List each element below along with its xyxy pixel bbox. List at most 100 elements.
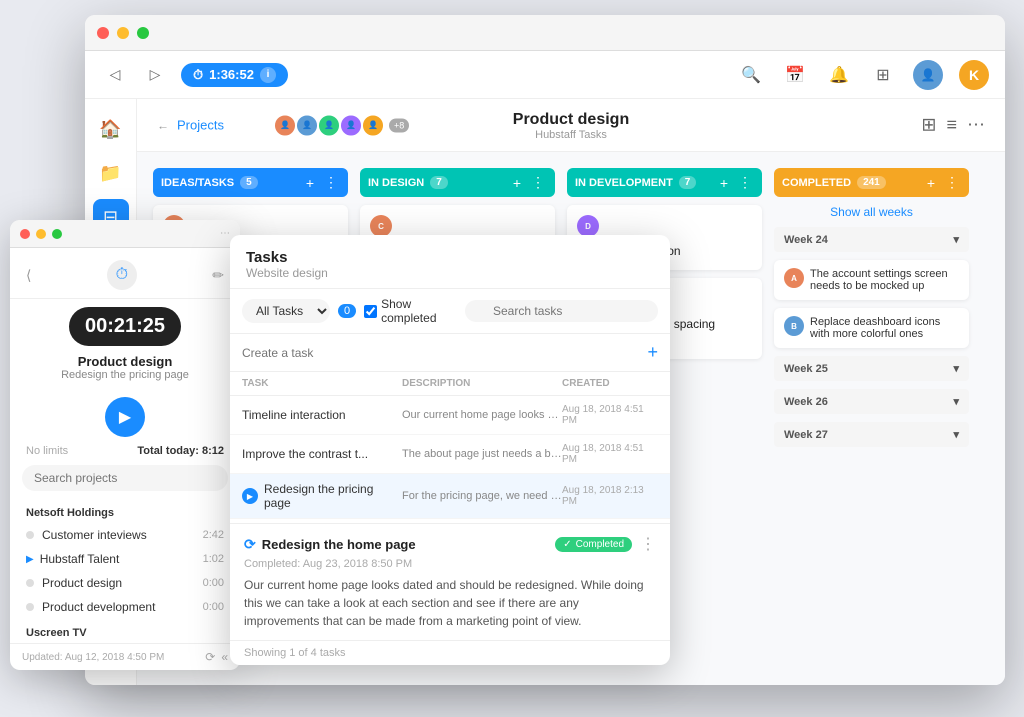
kanban-column-completed: COMPLETED 241 + ⋮ Show all weeks Week 24… — [774, 168, 969, 669]
chevron-right-icon: ▷ — [150, 66, 161, 83]
back-arrow[interactable]: ← — [157, 118, 169, 132]
team-avatars: 👤 👤 👤 👤 👤 +8 — [277, 113, 409, 137]
timer-panel-icon-right[interactable]: ✏ — [212, 267, 224, 284]
team-count: +8 — [389, 118, 409, 132]
completed-card-avatar: B — [784, 316, 804, 336]
col-add-btn-indev[interactable]: + — [718, 174, 730, 191]
modal-subtitle: Website design — [246, 266, 654, 280]
add-task-button[interactable]: + — [647, 342, 658, 363]
show-completed-checkbox[interactable] — [364, 305, 377, 318]
timer-limit-row: No limits Total today: 8:12 — [10, 445, 240, 457]
project-group-label-uscreen: Uscreen TV — [10, 619, 240, 643]
task-row[interactable]: Timeline interaction Our current home pa… — [230, 396, 670, 435]
task-created: Aug 18, 2018 4:51 PM — [562, 443, 658, 465]
bell-button[interactable]: 🔔 — [825, 61, 853, 89]
maximize-btn[interactable] — [137, 27, 149, 39]
col-add-btn-ideas[interactable]: + — [304, 174, 316, 191]
project-item-product-design-netsoft[interactable]: Product design 0:00 — [10, 571, 240, 595]
col-label-ideas: IDEAS/TASKS — [161, 177, 234, 189]
col-more-btn-indesign[interactable]: ⋮ — [529, 174, 547, 191]
pi-dot — [26, 603, 34, 611]
tp-more: ⋯ — [220, 228, 230, 239]
project-item-hubstaff-talent[interactable]: ▶ Hubstaff Talent 1:02 — [10, 547, 240, 571]
create-task-input[interactable] — [242, 346, 647, 360]
col-label-indev: IN DEVELOPMENT — [575, 177, 673, 189]
col-add-btn-completed[interactable]: + — [925, 174, 937, 191]
timer-display: 1:36:52 — [209, 67, 254, 82]
modal-toolbar: All Tasks 0 Show completed 🔍 — [230, 289, 670, 334]
task-detail-header: ⟳ Redesign the home page ✓ Completed ⋮ — [244, 534, 656, 554]
task-row-selected[interactable]: ▶ Redesign the pricing page For the pric… — [230, 474, 670, 519]
user-initial-avatar[interactable]: K — [959, 60, 989, 90]
timer-panel-icon-left[interactable]: ⟨ — [26, 267, 31, 284]
calendar-button[interactable]: 📅 — [781, 61, 809, 89]
modal-title: Tasks — [246, 249, 654, 266]
task-detail-more-btn[interactable]: ⋮ — [640, 534, 656, 554]
task-detail-actions: ✓ Completed ⋮ — [555, 534, 656, 554]
completed-card[interactable]: B Replace deashboard icons with more col… — [774, 308, 969, 348]
completed-badge: ✓ Completed — [555, 537, 632, 552]
col-more-btn-indev[interactable]: ⋮ — [736, 174, 754, 191]
modal-footer-text: Showing 1 of 4 tasks — [244, 647, 346, 659]
task-detail-icon: ⟳ — [244, 536, 256, 553]
sidebar-icon-folder[interactable]: 📁 — [93, 155, 129, 191]
project-item-product-development[interactable]: Product development 0:00 — [10, 595, 240, 619]
close-btn[interactable] — [97, 27, 109, 39]
timer-panel-header: ⟨ ⏱ ✏ — [10, 248, 240, 299]
tasks-table-header: TASK DESCRIPTION CREATED — [230, 372, 670, 396]
user-avatar[interactable]: 👤 — [913, 60, 943, 90]
more-options-btn[interactable]: ⋯ — [967, 115, 985, 136]
completed-card-text: Replace deashboard icons with more color… — [810, 316, 959, 340]
col-add-btn-indesign[interactable]: + — [511, 174, 523, 191]
week-chevron: ▾ — [953, 362, 959, 375]
show-completed-label[interactable]: Show completed — [364, 297, 457, 325]
col-label-completed: COMPLETED — [782, 177, 851, 189]
completed-card[interactable]: A The account settings screen needs to b… — [774, 260, 969, 300]
week-row-25[interactable]: Week 25 ▾ — [774, 356, 969, 381]
task-created-selected: Aug 18, 2018 2:13 PM — [562, 485, 658, 507]
forward-button[interactable]: ▷ — [141, 61, 169, 89]
col-more-btn-ideas[interactable]: ⋮ — [322, 174, 340, 191]
header-actions: ⊞ ≡ ⋯ — [921, 115, 985, 136]
sidebar-icon-home[interactable]: 🏠 — [93, 111, 129, 147]
task-filter-select[interactable]: All Tasks — [242, 299, 330, 323]
task-search-input[interactable] — [465, 300, 658, 322]
breadcrumb-link[interactable]: Projects — [177, 118, 224, 133]
week-row-27[interactable]: Week 27 ▾ — [774, 422, 969, 447]
search-projects-input[interactable] — [22, 465, 228, 491]
col-count-indesign: 7 — [430, 176, 448, 189]
col-header-task: TASK — [242, 378, 402, 389]
tp-logo: ⏱ — [107, 260, 137, 290]
task-name: Timeline interaction — [242, 408, 402, 422]
search-button[interactable]: 🔍 — [737, 61, 765, 89]
grid-button[interactable]: ⊞ — [869, 61, 897, 89]
toolbar-icons: 🔍 📅 🔔 ⊞ 👤 K — [737, 60, 989, 90]
task-created: Aug 18, 2018 4:51 PM — [562, 404, 658, 426]
team-avatar-5: 👤 — [361, 113, 385, 137]
timer-play-button[interactable]: ▶ — [105, 397, 145, 437]
tp-close[interactable] — [20, 229, 30, 239]
sync-btn[interactable]: ⟳ — [205, 650, 215, 664]
col-more-btn-completed[interactable]: ⋮ — [943, 174, 961, 191]
timer-no-limits: No limits — [26, 445, 68, 457]
collapse-btn[interactable]: « — [221, 650, 228, 664]
team-avatar-4: 👤 — [339, 113, 363, 137]
task-desc: The about page just needs a bit of makeu… — [402, 448, 562, 460]
timer-panel-titlebar: ⋯ — [10, 220, 240, 248]
tp-minimize[interactable] — [36, 229, 46, 239]
timer-clock-display: 00:21:25 — [69, 307, 181, 346]
project-item-customer-interviews[interactable]: Customer inteviews 2:42 — [10, 523, 240, 547]
view-toggle-btn[interactable]: ⊞ — [921, 115, 936, 136]
modal-footer: Showing 1 of 4 tasks — [230, 640, 670, 665]
task-row-play-btn[interactable]: ▶ — [242, 488, 258, 504]
minimize-btn[interactable] — [117, 27, 129, 39]
timer-footer-text: Updated: Aug 12, 2018 4:50 PM — [22, 652, 164, 663]
show-all-weeks[interactable]: Show all weeks — [774, 205, 969, 219]
week-row-24[interactable]: Week 24 ▾ — [774, 227, 969, 252]
tp-maximize[interactable] — [52, 229, 62, 239]
list-view-btn[interactable]: ≡ — [946, 115, 957, 136]
week-label: Week 24 — [784, 234, 828, 246]
back-button[interactable]: ◁ — [101, 61, 129, 89]
task-row[interactable]: Improve the contrast t... The about page… — [230, 435, 670, 474]
week-row-26[interactable]: Week 26 ▾ — [774, 389, 969, 414]
